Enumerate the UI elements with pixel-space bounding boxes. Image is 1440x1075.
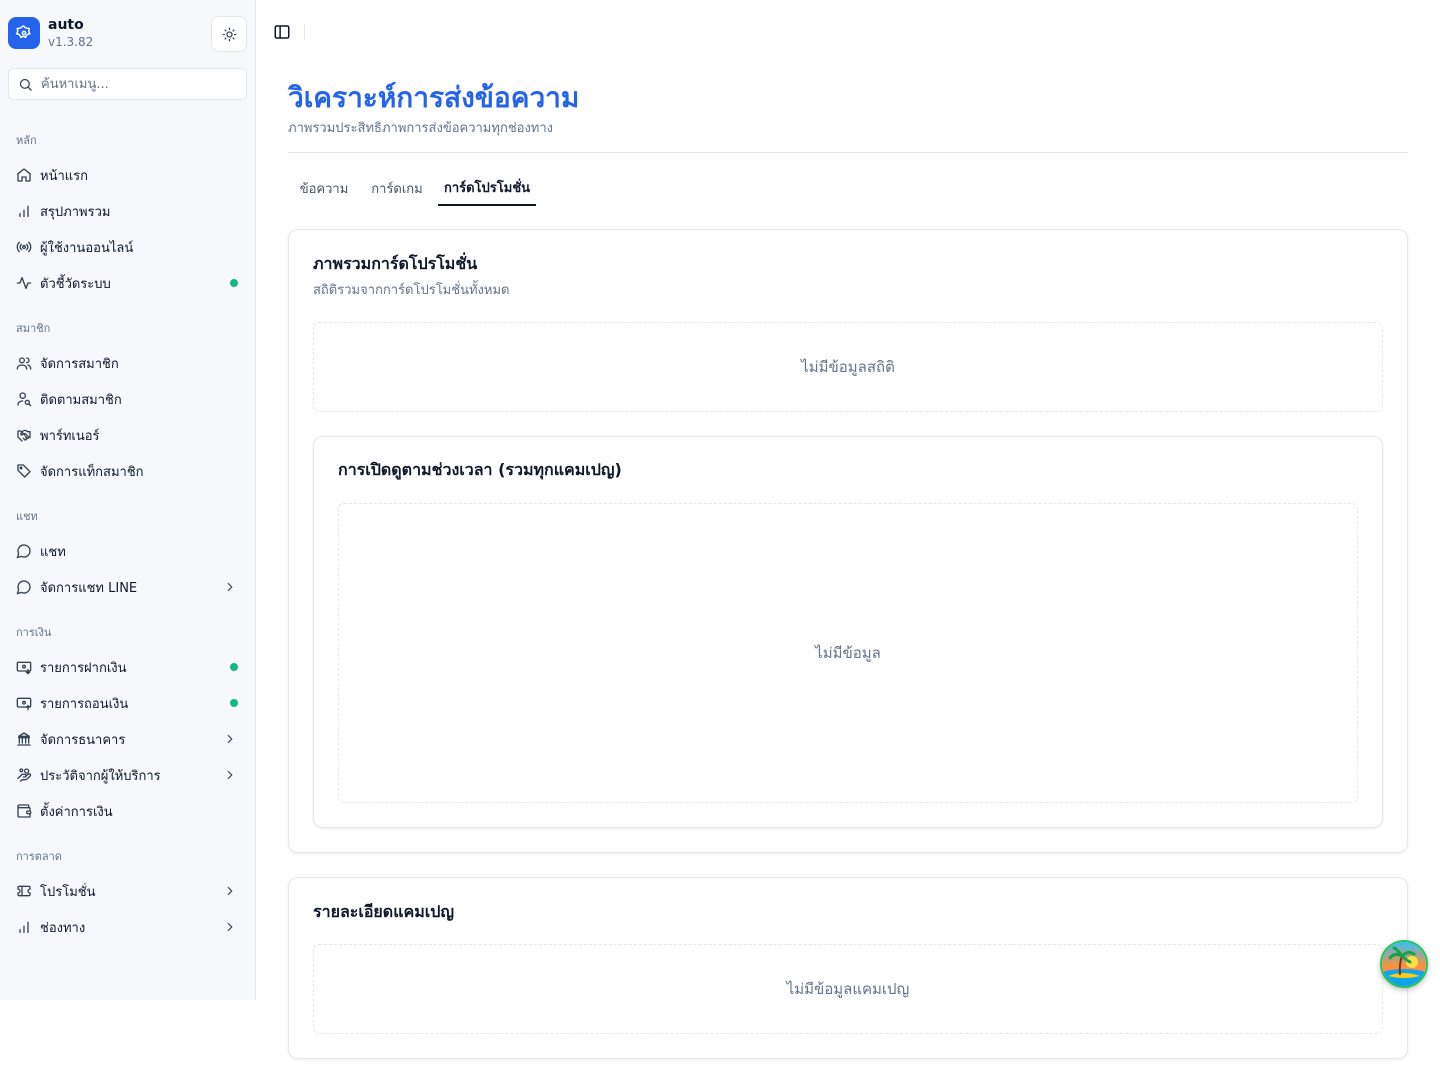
sidebar-item-chat[interactable]: แชท xyxy=(8,535,247,567)
sidebar-item-label: รายการถอนเงิน xyxy=(40,696,129,712)
brand-header: auto v1.3.82 xyxy=(8,16,248,52)
user-search-icon xyxy=(16,391,32,407)
panel-left-icon xyxy=(274,25,290,39)
sidebar-item-withdrawals[interactable]: รายการถอนเงิน xyxy=(8,687,247,719)
theme-toggle-button[interactable] xyxy=(211,16,247,52)
overview-card-description: สถิติรวมจากการ์ดโปรโมชั่นทั้งหมด xyxy=(313,283,510,298)
bar-chart-icon xyxy=(16,203,32,219)
sidebar-item-promotions[interactable]: โปรโมชั่น xyxy=(8,875,247,907)
overview-card-title: ภาพรวมการ์ดโปรโมชั่น xyxy=(313,254,478,273)
group-label-main: หลัก xyxy=(16,134,37,147)
wallet-icon xyxy=(16,803,32,819)
sidebar: auto v1.3.82 หลัก หน้าแรก สรุปภาพรวม ผู้… xyxy=(0,0,256,1000)
sidebar-item-label: ตั้งค่าการเงิน xyxy=(40,804,113,820)
group-label-members: สมาชิก xyxy=(16,322,51,335)
sidebar-item-label: พาร์ทเนอร์ xyxy=(40,428,100,444)
group-label-chat: แชท xyxy=(16,510,38,523)
tab-game-cards[interactable]: การ์ดเกม xyxy=(364,170,430,206)
group-label-marketing: การตลาด xyxy=(16,850,62,863)
sidebar-item-label: แชท xyxy=(40,544,66,560)
message-circle-icon xyxy=(16,579,32,595)
header-divider xyxy=(288,152,1408,153)
chevron-right-icon xyxy=(227,922,233,932)
deposit-icon xyxy=(16,659,32,675)
sidebar-item-label: โปรโมชั่น xyxy=(40,884,96,900)
sidebar-item-label: ผู้ใช้งานออนไลน์ xyxy=(40,240,134,256)
floating-assistant-button[interactable] xyxy=(1380,940,1428,988)
stats-empty-text: ไม่มีข้อมูลสถิติ xyxy=(801,358,895,376)
sidebar-item-home[interactable]: หน้าแรก xyxy=(8,159,247,191)
sidebar-item-label: จัดการแชท LINE xyxy=(40,580,138,596)
campaign-empty-state: ไม่มีข้อมูลแคมเปญ xyxy=(313,944,1383,1034)
sidebar-item-deposits[interactable]: รายการฝากเงิน xyxy=(8,651,247,683)
status-dot xyxy=(230,279,238,287)
sidebar-item-label: หน้าแรก xyxy=(40,168,88,184)
tab-messages[interactable]: ข้อความ xyxy=(292,170,356,206)
sidebar-item-label: จัดการแท็กสมาชิก xyxy=(40,464,144,480)
sidebar-item-track-members[interactable]: ติดตามสมาชิก xyxy=(8,383,247,415)
sidebar-item-label: ตัวชี้วัดระบบ xyxy=(40,276,111,292)
group-label-finance: การเงิน xyxy=(16,626,52,639)
sidebar-item-member-tags[interactable]: จัดการแท็กสมาชิก xyxy=(8,455,247,487)
sidebar-toggle-button[interactable] xyxy=(270,20,294,44)
chevron-right-icon xyxy=(227,886,233,896)
views-chart-empty-state: ไม่มีข้อมูล xyxy=(338,503,1358,803)
sidebar-item-finance-settings[interactable]: ตั้งค่าการเงิน xyxy=(8,795,247,827)
handshake-icon xyxy=(16,427,32,443)
campaign-card-title: รายละเอียดแคมเปญ xyxy=(313,902,455,921)
promotion-overview-card: ภาพรวมการ์ดโปรโมชั่น สถิติรวมจากการ์ดโปร… xyxy=(288,229,1408,853)
sidebar-item-label: จัดการสมาชิก xyxy=(40,356,119,372)
ticket-icon xyxy=(16,883,32,899)
campaign-empty-text: ไม่มีข้อมูลแคมเปญ xyxy=(786,980,910,998)
views-empty-text: ไม่มีข้อมูล xyxy=(815,644,881,662)
campaign-details-card: รายละเอียดแคมเปญ ไม่มีข้อมูลแคมเปญ xyxy=(288,877,1408,1059)
views-over-time-card: การเปิดดูตามช่วงเวลา (รวมทุกแคมเปญ) ไม่ม… xyxy=(313,436,1383,828)
activity-icon xyxy=(16,275,32,291)
stats-empty-state: ไม่มีข้อมูลสถิติ xyxy=(313,322,1383,412)
home-icon xyxy=(16,167,32,183)
sidebar-item-partners[interactable]: พาร์ทเนอร์ xyxy=(8,419,247,451)
bar-chart-icon xyxy=(16,919,32,935)
search-input[interactable] xyxy=(41,69,241,99)
app-logo-icon[interactable] xyxy=(8,17,40,49)
app-name: auto xyxy=(48,17,84,33)
chevron-right-icon xyxy=(227,734,233,744)
sidebar-item-banks[interactable]: จัดการธนาคาร xyxy=(8,723,247,755)
sidebar-item-overview[interactable]: สรุปภาพรวม xyxy=(8,195,247,227)
hand-coins-icon xyxy=(16,767,32,783)
status-dot xyxy=(230,699,238,707)
withdraw-icon xyxy=(16,695,32,711)
sidebar-item-online-users[interactable]: ผู้ใช้งานออนไลน์ xyxy=(8,231,247,263)
tropical-island-icon xyxy=(1382,942,1426,986)
menu-search xyxy=(8,68,247,100)
chevron-right-icon xyxy=(227,582,233,592)
chevron-right-icon xyxy=(227,770,233,780)
users-icon xyxy=(16,355,32,371)
radio-icon xyxy=(16,239,32,255)
tag-icon xyxy=(16,463,32,479)
app-version: v1.3.82 xyxy=(48,35,94,49)
sidebar-item-provider-history[interactable]: ประวัติจากผู้ให้บริการ xyxy=(8,759,247,791)
topbar-divider xyxy=(304,24,305,40)
status-dot xyxy=(230,663,238,671)
sidebar-item-label: ประวัติจากผู้ให้บริการ xyxy=(40,768,161,784)
sidebar-item-line-chat[interactable]: จัดการแชท LINE xyxy=(8,571,247,603)
sidebar-item-channels[interactable]: ช่องทาง xyxy=(8,911,247,943)
page-title: วิเคราะห์การส่งข้อความ xyxy=(288,81,580,114)
sidebar-item-label: สรุปภาพรวม xyxy=(40,204,111,220)
search-icon xyxy=(19,78,32,91)
sidebar-item-label: ติดตามสมาชิก xyxy=(40,392,122,408)
message-circle-icon xyxy=(16,543,32,559)
sidebar-item-system-metrics[interactable]: ตัวชี้วัดระบบ xyxy=(8,267,247,299)
sidebar-item-label: รายการฝากเงิน xyxy=(40,660,127,676)
sidebar-item-manage-members[interactable]: จัดการสมาชิก xyxy=(8,347,247,379)
sidebar-item-label: ช่องทาง xyxy=(40,920,86,936)
tab-promotion-cards[interactable]: การ์ดโปรโมชั่น xyxy=(438,170,536,206)
sidebar-item-label: จัดการธนาคาร xyxy=(40,732,126,748)
views-card-title: การเปิดดูตามช่วงเวลา (รวมทุกแคมเปญ) xyxy=(338,460,622,479)
sun-icon xyxy=(222,27,237,42)
bank-icon xyxy=(16,731,32,747)
page-subtitle: ภาพรวมประสิทธิภาพการส่งข้อความทุกช่องทาง xyxy=(288,121,554,136)
